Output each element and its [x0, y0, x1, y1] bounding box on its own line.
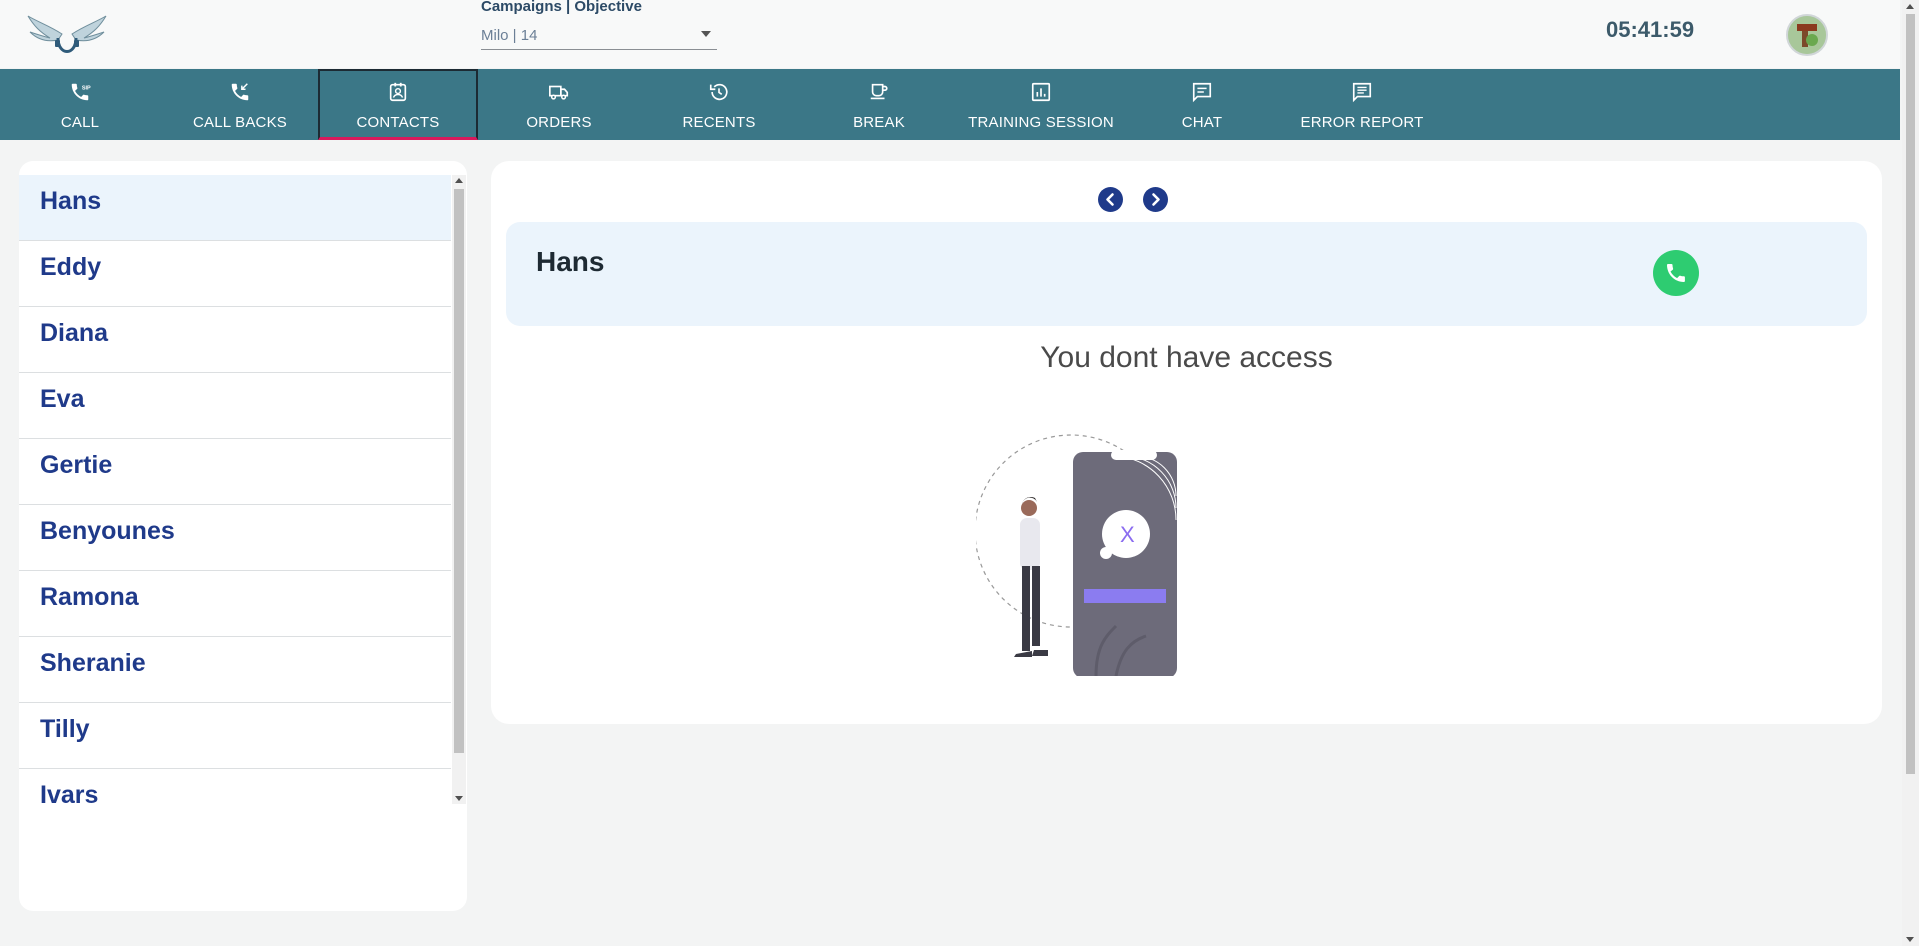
- nav-contacts[interactable]: CONTACTS: [318, 69, 478, 140]
- phone-sip-icon: SIP: [71, 83, 91, 101]
- contact-item[interactable]: Tilly: [19, 703, 451, 769]
- nav-call-label: CALL: [60, 114, 100, 131]
- contact-name: Sheranie: [40, 649, 146, 677]
- contact-name: Gertie: [40, 451, 113, 479]
- nav-recents[interactable]: RECENTS: [639, 69, 799, 140]
- no-access-illustration: X: [974, 426, 1196, 678]
- nav-chat-label: CHAT: [1181, 114, 1223, 131]
- svg-text:X: X: [1120, 522, 1135, 547]
- contacts-list[interactable]: Hans Eddy Diana Eva Gertie Benyounes Ram…: [19, 175, 451, 804]
- call-contact-button[interactable]: [1653, 250, 1699, 296]
- scroll-down-arrow-icon[interactable]: [455, 796, 463, 801]
- page-scroll-down-arrow-icon[interactable]: [1906, 937, 1914, 942]
- campaign-select[interactable]: Milo | 14: [481, 25, 717, 50]
- svg-text:SIP: SIP: [82, 85, 91, 91]
- nav-orders[interactable]: ORDERS: [479, 69, 639, 140]
- previous-contact-button[interactable]: [1098, 187, 1123, 212]
- caret-down-icon: [701, 31, 711, 37]
- top-header: Campaigns | Objective Milo | 14 05:41:59: [0, 0, 1900, 68]
- nav-contacts-label: CONTACTS: [356, 114, 440, 131]
- main-nav: SIP CALL CALL BACKS CONTACTS ORDERS RECE…: [0, 69, 1900, 140]
- contact-card: Hans: [506, 222, 1867, 326]
- contact-item[interactable]: Hans: [19, 175, 451, 241]
- nav-call-backs-label: CALL BACKS: [193, 114, 287, 131]
- contact-item[interactable]: Eva: [19, 373, 451, 439]
- contact-name: Eddy: [40, 253, 102, 281]
- contact-item[interactable]: Eddy: [19, 241, 451, 307]
- next-contact-button[interactable]: [1143, 187, 1168, 212]
- contacts-scrollbar[interactable]: [452, 175, 466, 804]
- message-icon: [1352, 82, 1372, 103]
- contacts-list-panel: Hans Eddy Diana Eva Gertie Benyounes Ram…: [19, 161, 467, 911]
- page-scroll-up-arrow-icon[interactable]: [1906, 4, 1914, 9]
- contact-name: Ramona: [40, 583, 139, 611]
- contact-item[interactable]: Gertie: [19, 439, 451, 505]
- session-clock: 05:41:59: [1606, 17, 1695, 42]
- nav-training-session[interactable]: TRAINING SESSION: [960, 69, 1122, 140]
- campaign-title: Campaigns | Objective: [481, 0, 642, 15]
- contact-name: Eva: [40, 385, 85, 413]
- history-icon: [709, 83, 728, 101]
- contact-name: Tilly: [40, 715, 90, 743]
- contact-item[interactable]: Sheranie: [19, 637, 451, 703]
- nav-break-label: BREAK: [853, 114, 905, 131]
- contacts-icon: [389, 82, 407, 102]
- coffee-icon: [870, 83, 888, 100]
- nav-chat[interactable]: CHAT: [1122, 69, 1282, 140]
- truck-icon: [549, 85, 569, 100]
- contact-item[interactable]: Ivars: [19, 769, 451, 804]
- page-scrollbar[interactable]: [1902, 0, 1919, 946]
- chat-icon: [1192, 82, 1212, 103]
- no-access-message: You dont have access: [1040, 341, 1333, 374]
- contact-detail-panel: Hans You dont have access X: [491, 161, 1882, 724]
- contact-item[interactable]: Diana: [19, 307, 451, 373]
- user-avatar[interactable]: [1786, 14, 1828, 56]
- contact-item[interactable]: Ramona: [19, 571, 451, 637]
- contact-card-name: Hans: [536, 246, 605, 277]
- nav-call[interactable]: SIP CALL: [0, 69, 160, 140]
- campaign-selector-block: Campaigns | Objective Milo | 14: [481, 0, 717, 50]
- contacts-scrollbar-thumb[interactable]: [454, 189, 464, 753]
- contact-name: Diana: [40, 319, 109, 347]
- chevron-left-icon: [1106, 193, 1114, 206]
- campaign-select-value: Milo | 14: [481, 27, 538, 44]
- scroll-up-arrow-icon[interactable]: [455, 178, 463, 183]
- nav-break[interactable]: BREAK: [799, 69, 959, 140]
- contact-name: Hans: [40, 187, 102, 215]
- phone-callback-icon: [231, 83, 249, 101]
- nav-recents-label: RECENTS: [682, 114, 756, 131]
- page-scrollbar-thumb[interactable]: [1906, 14, 1915, 774]
- chevron-right-icon: [1152, 193, 1160, 206]
- chart-icon: [1031, 82, 1051, 102]
- nav-error-report-label: ERROR REPORT: [1300, 114, 1424, 131]
- app-logo: [26, 12, 108, 56]
- nav-orders-label: ORDERS: [526, 114, 592, 131]
- nav-training-session-label: TRAINING SESSION: [968, 114, 1114, 131]
- phone-icon: [1667, 264, 1685, 282]
- contact-name: Benyounes: [40, 517, 175, 545]
- nav-call-backs[interactable]: CALL BACKS: [160, 69, 320, 140]
- nav-error-report[interactable]: ERROR REPORT: [1282, 69, 1442, 140]
- contact-item[interactable]: Benyounes: [19, 505, 451, 571]
- contact-name: Ivars: [40, 781, 99, 804]
